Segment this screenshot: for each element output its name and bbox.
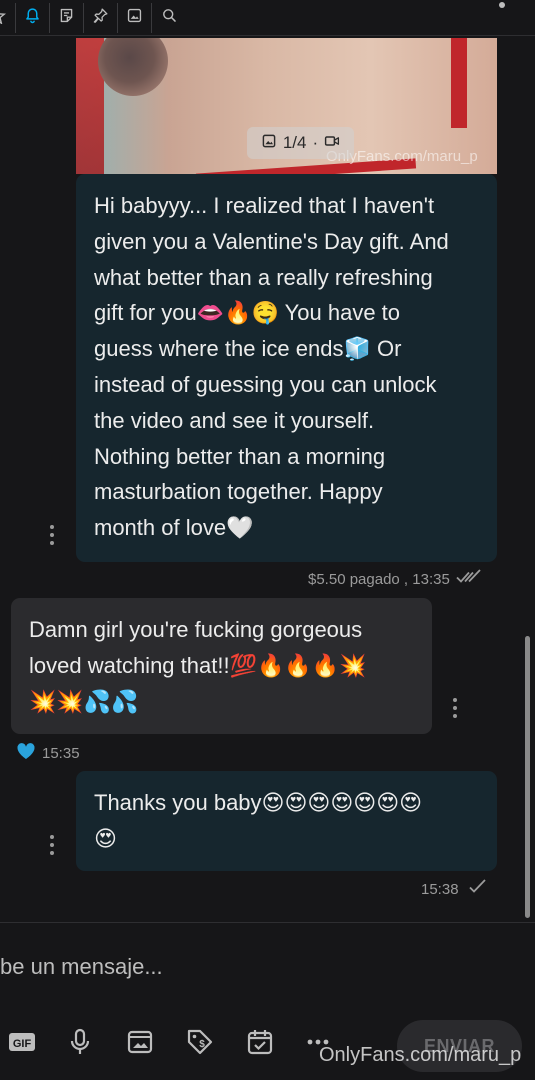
photo-icon [261,133,277,154]
message-meta: 15:38 [421,879,491,899]
gif-button[interactable]: GIF [6,1028,38,1060]
media-vault-icon [125,1027,155,1062]
search-button[interactable] [152,3,186,33]
message-timestamp: 15:35 [42,744,80,762]
price-tag-icon: $ [185,1027,215,1062]
gif-icon: GIF [7,1027,37,1062]
video-icon [324,133,340,154]
composer-divider [0,922,535,923]
chat-toolbar [0,0,535,36]
message-input[interactable] [0,940,470,994]
more-options-icon[interactable] [499,2,505,8]
notifications-button[interactable] [16,2,50,33]
message-media-preview[interactable]: OnlyFans.com/maru_p 1/4 · [76,38,497,174]
chat-scrollbar[interactable] [525,636,530,918]
heart-icon[interactable] [16,742,36,764]
media-count: 1/4 [282,133,307,152]
message-meta: $5.50 pagado , 13:35 [308,569,482,589]
message-meta: 15:35 [16,742,80,764]
notes-button[interactable] [50,2,84,33]
microphone-icon [65,1027,95,1062]
message-options-icon[interactable] [49,525,55,545]
message-timestamp: 15:38 [421,880,459,898]
double-check-icon [456,569,482,589]
message-text: Damn girl you're fucking gorgeous loved … [29,617,367,714]
svg-text:GIF: GIF [13,1038,32,1050]
note-icon [58,7,75,29]
bell-icon [24,7,41,29]
message-text: Thanks you baby😍😍😍😍😍😍😍 😍 [94,790,423,851]
voice-button[interactable] [64,1028,96,1060]
star-icon [0,7,17,29]
payment-timestamp: $5.50 pagado , 13:35 [308,570,450,588]
gallery-button[interactable] [118,2,152,33]
schedule-button[interactable] [244,1028,276,1060]
message-options-icon[interactable] [452,698,458,718]
check-icon [465,879,491,899]
schedule-icon [245,1027,275,1062]
page-watermark: OnlyFans.com/maru_p [319,1044,522,1066]
pin-button[interactable] [84,2,118,33]
image-icon [126,7,143,29]
search-icon [161,7,178,29]
message-options-icon[interactable] [49,835,55,855]
vault-button[interactable] [124,1028,156,1060]
pin-icon [92,7,109,29]
message-text: Hi babyyy... I realized that I haven't g… [94,193,449,541]
favorite-button[interactable] [0,2,17,33]
svg-text:$: $ [199,1039,205,1050]
media-counter-badge[interactable]: 1/4 · [247,127,354,159]
price-button[interactable]: $ [184,1028,216,1060]
